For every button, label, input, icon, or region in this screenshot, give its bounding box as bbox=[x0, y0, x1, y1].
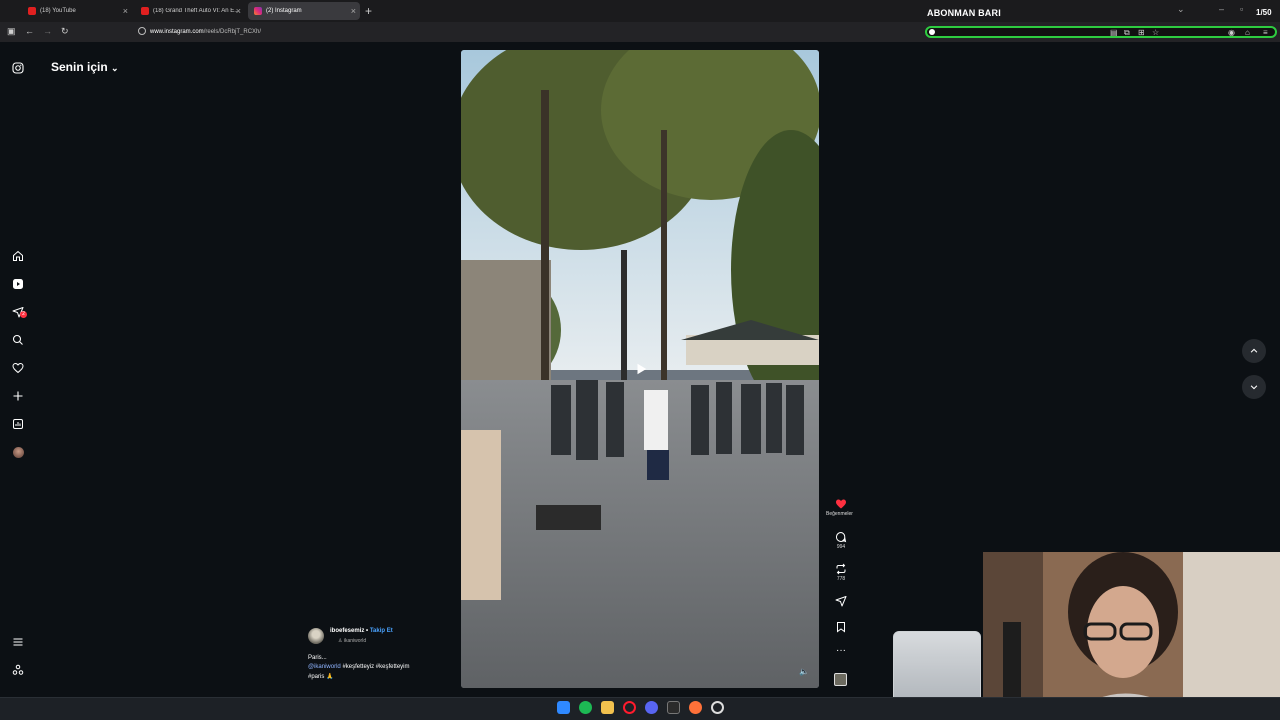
apps-icon[interactable] bbox=[11, 663, 25, 677]
instagram-logo-icon[interactable] bbox=[11, 61, 25, 75]
pip-icon[interactable]: ⧉ bbox=[1124, 28, 1130, 38]
forward-icon[interactable]: → bbox=[43, 26, 52, 36]
tab-youtube[interactable]: (18) YouTube × bbox=[22, 2, 132, 20]
panel-title: ABONMAN BARI bbox=[927, 8, 1001, 18]
audio-thumbnail[interactable] bbox=[834, 673, 847, 686]
heart-icon[interactable] bbox=[11, 361, 25, 375]
chevron-down-icon bbox=[1250, 385, 1258, 390]
repost-count: 778 bbox=[836, 576, 846, 582]
extensions-icon[interactable]: ⌂ bbox=[1245, 28, 1250, 37]
tab-instagram[interactable]: (2) Instagram × bbox=[248, 2, 360, 20]
comment-count: 994 bbox=[836, 544, 846, 550]
caption-tags[interactable]: #keşfetteyiz #keşfetteyim bbox=[342, 664, 409, 670]
insights-icon[interactable] bbox=[11, 417, 25, 431]
os-taskbar bbox=[0, 697, 1280, 720]
reload-icon[interactable]: ↻ bbox=[61, 26, 69, 37]
share-button[interactable] bbox=[832, 595, 850, 608]
tab-title: (2) Instagram bbox=[266, 8, 302, 14]
restore-icon[interactable]: ▫ bbox=[1240, 4, 1243, 14]
instagram-icon bbox=[254, 7, 262, 15]
bookmark-star-icon[interactable]: ☆ bbox=[1152, 28, 1159, 37]
translate-icon[interactable]: ⊞ bbox=[1138, 28, 1145, 37]
follow-button[interactable]: Takip Et bbox=[370, 628, 393, 634]
menu-icon[interactable] bbox=[11, 635, 25, 649]
firefox-icon[interactable] bbox=[689, 701, 702, 714]
comment-button[interactable]: 994 bbox=[832, 531, 850, 550]
likes-label: Beğenmeler bbox=[826, 511, 853, 517]
post-sub-label[interactable]: ♙ ikaniworld bbox=[338, 638, 366, 644]
reader-icon[interactable]: ▤ bbox=[1110, 28, 1118, 37]
comment-icon bbox=[835, 531, 847, 543]
post-username[interactable]: iboefesemiz bbox=[330, 628, 364, 634]
save-button[interactable] bbox=[832, 621, 850, 634]
webcam-overlay bbox=[983, 552, 1280, 720]
site-info-icon[interactable] bbox=[138, 27, 146, 35]
repost-icon bbox=[836, 563, 846, 575]
settings-app-icon[interactable] bbox=[711, 701, 724, 714]
progress-indicator bbox=[929, 29, 935, 35]
file-explorer-icon[interactable] bbox=[601, 701, 614, 714]
back-icon[interactable]: ← bbox=[25, 26, 34, 36]
minimize-icon[interactable]: – bbox=[1219, 4, 1224, 14]
caption-text: Paris... bbox=[308, 655, 327, 661]
home-icon[interactable] bbox=[11, 249, 25, 263]
reels-icon[interactable] bbox=[11, 277, 25, 291]
search-icon[interactable] bbox=[11, 333, 25, 347]
webcam-feed bbox=[983, 552, 1280, 720]
chevron-down-icon[interactable]: ⌄ bbox=[1177, 4, 1185, 15]
url-domain: www.instagram.com bbox=[150, 29, 204, 35]
more-options-icon[interactable]: ··· bbox=[832, 645, 850, 656]
close-icon[interactable]: × bbox=[351, 6, 356, 16]
tab-title: (18) YouTube bbox=[40, 8, 76, 14]
url-path: /reels/DcRbjT_RCXh/ bbox=[203, 29, 262, 35]
windows-start-icon[interactable] bbox=[557, 701, 570, 714]
play-icon[interactable] bbox=[634, 362, 648, 376]
volume-icon[interactable]: 🔈 bbox=[799, 667, 809, 676]
discord-icon[interactable] bbox=[645, 701, 658, 714]
sub-label-text: ikaniworld bbox=[343, 638, 367, 644]
bookmark-icon bbox=[837, 622, 845, 633]
post-avatar[interactable] bbox=[308, 628, 324, 644]
caption-mention[interactable]: @ikaniworld bbox=[308, 664, 341, 670]
caption-hashtags: @ikaniworld #keşfetteyiz #keşfetteyim bbox=[308, 664, 409, 670]
plus-icon[interactable] bbox=[11, 389, 25, 403]
progress-bar bbox=[925, 26, 1277, 38]
menu-icon[interactable]: ≡ bbox=[1263, 28, 1268, 37]
chevron-down-icon: ⌄ bbox=[111, 63, 119, 73]
heart-filled-icon bbox=[836, 499, 846, 509]
send-icon bbox=[835, 596, 847, 607]
tab-title: (18) Grand Theft Auto VI: An E... bbox=[153, 8, 237, 14]
terminal-icon[interactable] bbox=[667, 701, 680, 714]
page-counter: 1/50 bbox=[1256, 8, 1272, 17]
profile-avatar[interactable] bbox=[11, 445, 25, 459]
previous-reel-button[interactable] bbox=[1242, 339, 1266, 363]
tab-gta[interactable]: (18) Grand Theft Auto VI: An E... × bbox=[135, 2, 245, 20]
feed-title[interactable]: Senin için ⌄ bbox=[51, 60, 119, 74]
post-username-row: iboefesemiz • Takip Et bbox=[330, 628, 393, 634]
youtube-icon bbox=[28, 7, 36, 15]
like-button[interactable]: Beğenmeler bbox=[826, 498, 853, 517]
youtube-icon bbox=[141, 7, 149, 15]
next-reel-button[interactable] bbox=[1242, 375, 1266, 399]
close-icon[interactable]: × bbox=[123, 6, 128, 16]
close-icon[interactable]: × bbox=[236, 6, 241, 16]
account-icon[interactable]: ◉ bbox=[1228, 28, 1235, 37]
address-bar[interactable]: www.instagram.com/reels/DcRbjT_RCXh/ bbox=[150, 29, 261, 35]
notification-badge: 2 bbox=[20, 311, 27, 318]
repost-button[interactable]: 778 bbox=[832, 563, 850, 582]
sidebar-toggle-icon[interactable]: ▣ bbox=[7, 26, 16, 37]
chevron-up-icon bbox=[1250, 348, 1258, 353]
opera-icon[interactable] bbox=[623, 701, 636, 714]
feed-title-label: Senin için bbox=[51, 60, 108, 74]
new-tab-button[interactable]: + bbox=[365, 4, 372, 18]
caption-tags-2[interactable]: #paris 🙏 bbox=[308, 673, 333, 680]
spotify-icon[interactable] bbox=[579, 701, 592, 714]
